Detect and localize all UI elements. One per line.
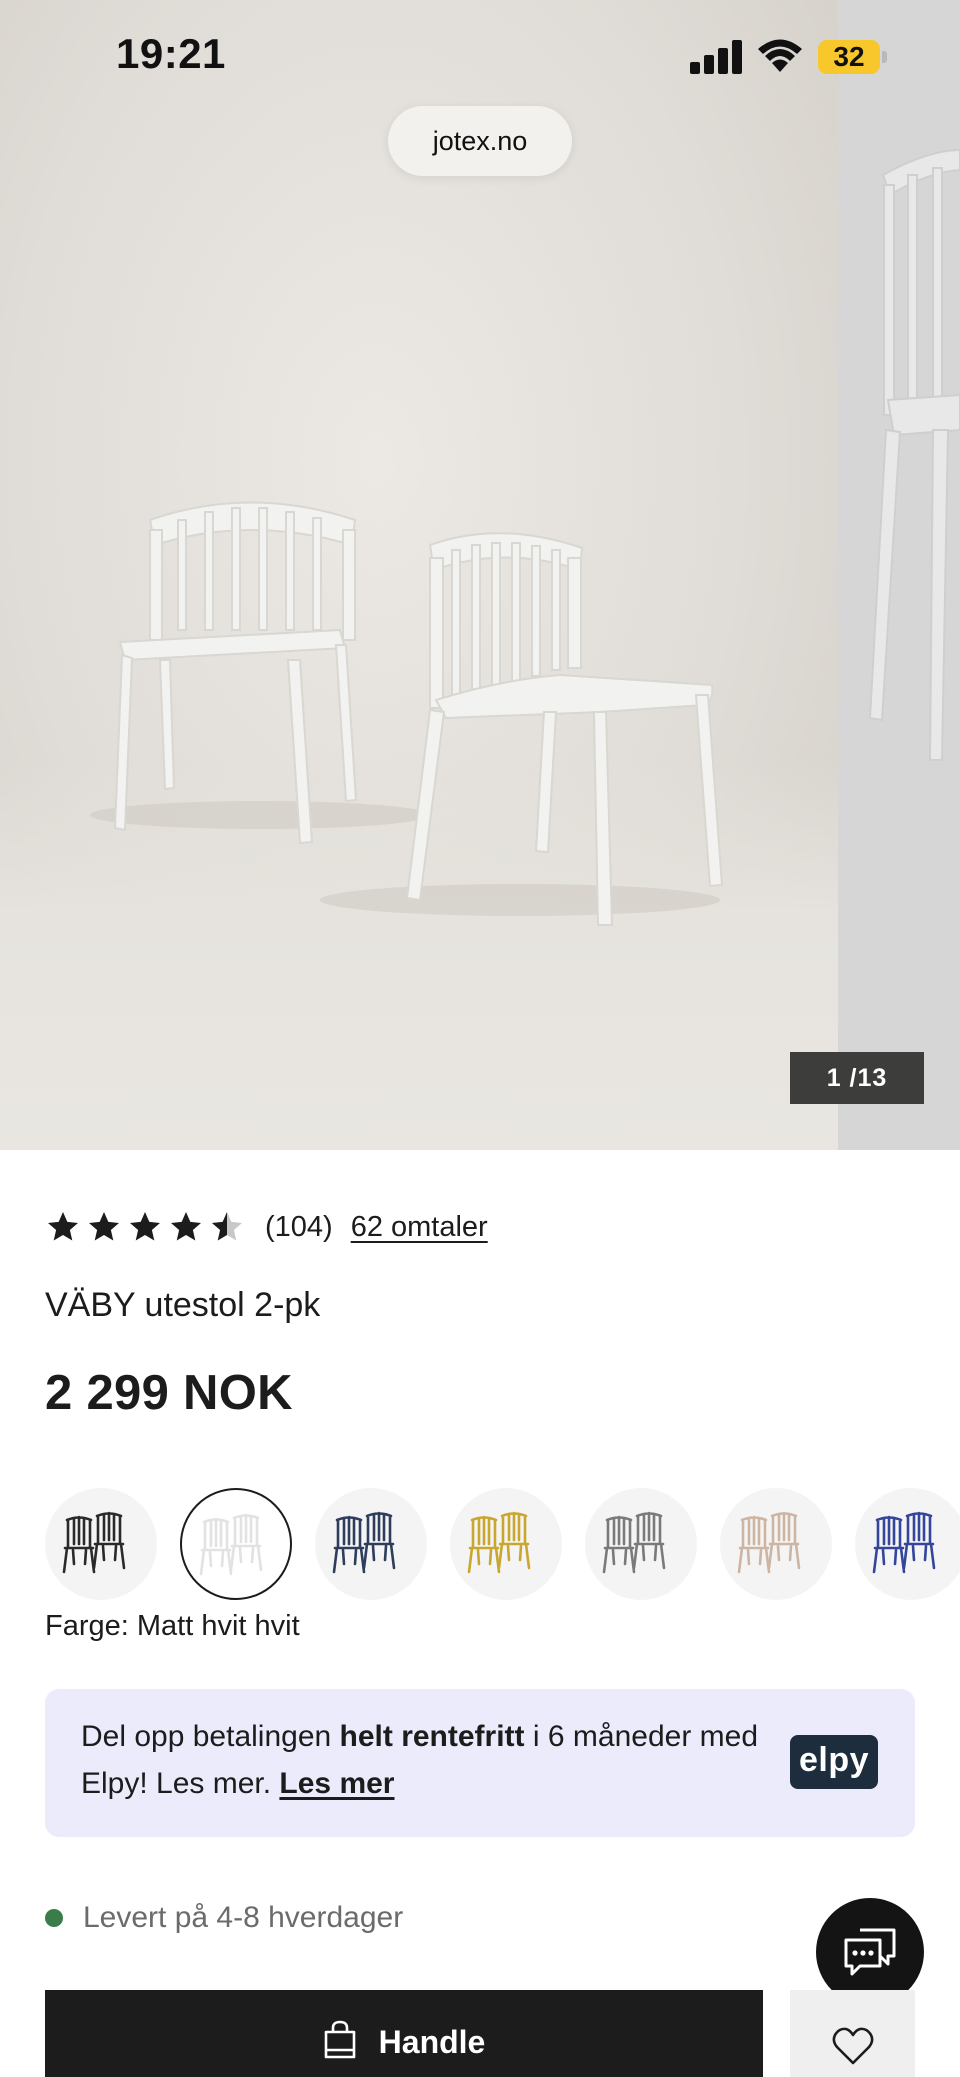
color-swatch-grey[interactable] xyxy=(585,1488,697,1600)
financing-text-part-1: Del opp betalingen xyxy=(81,1720,340,1753)
status-bar: 19:21 32 xyxy=(0,0,960,110)
star-half-icon xyxy=(212,1212,242,1241)
chair-pair-icon xyxy=(332,1511,396,1574)
delivery-info: Levert på 4-8 hverdager xyxy=(45,1896,403,1940)
wishlist-button[interactable] xyxy=(790,1990,915,2077)
shopping-bag-icon xyxy=(324,2020,355,2059)
chair-pair-icon xyxy=(199,1513,263,1576)
rating-row[interactable]: (104) 62 omtaler xyxy=(45,1202,488,1252)
color-label: Farge: Matt hvit hvit xyxy=(45,1610,300,1642)
rating-count: (104) xyxy=(265,1210,333,1243)
color-swatches xyxy=(45,1488,960,1602)
financing-banner[interactable]: Del opp betalingen helt rentefritt i 6 m… xyxy=(45,1689,915,1837)
product-image-next-peek[interactable] xyxy=(838,0,960,1150)
delivery-status-dot xyxy=(45,1909,63,1927)
elpy-logo: elpy xyxy=(790,1735,878,1789)
url-bar[interactable]: jotex.no xyxy=(388,106,572,176)
reviews-link[interactable]: 62 omtaler xyxy=(351,1211,488,1244)
star-full-icon xyxy=(48,1212,78,1241)
chair-pair-icon xyxy=(467,1511,531,1574)
wifi-icon xyxy=(758,39,802,72)
chair-pair-icon xyxy=(62,1511,126,1574)
chat-bubble-icon xyxy=(844,1928,896,1976)
color-swatch-beige[interactable] xyxy=(720,1488,832,1600)
financing-text: Del opp betalingen helt rentefritt i 6 m… xyxy=(81,1713,761,1807)
star-full-icon xyxy=(89,1212,119,1241)
star-full-icon xyxy=(171,1212,201,1241)
product-title: VÄBY utestol 2-pk xyxy=(45,1286,321,1324)
heart-icon xyxy=(832,2027,874,2065)
color-swatch-yellow[interactable] xyxy=(450,1488,562,1600)
star-full-icon xyxy=(130,1212,160,1241)
financing-read-more-link[interactable]: Les mer xyxy=(279,1767,394,1800)
chair-pair-icon xyxy=(872,1511,936,1574)
chair-pair-icon xyxy=(737,1511,801,1574)
image-counter: 1 /13 xyxy=(790,1052,924,1104)
next-chair-peek xyxy=(868,148,960,761)
delivery-text: Levert på 4-8 hverdager xyxy=(83,1901,404,1934)
battery-indicator: 32 xyxy=(818,40,880,74)
financing-text-bold: helt rentefritt xyxy=(339,1720,525,1753)
color-swatch-white[interactable] xyxy=(180,1488,292,1600)
color-swatch-blue[interactable] xyxy=(855,1488,960,1600)
add-to-cart-button[interactable]: Handle xyxy=(45,1990,763,2077)
status-time: 19:21 xyxy=(116,30,226,77)
add-to-cart-label: Handle xyxy=(378,2024,486,2060)
rating-stars xyxy=(45,1209,245,1245)
product-price: 2 299 NOK xyxy=(45,1366,293,1420)
battery-tip xyxy=(882,51,887,63)
cellular-signal-icon xyxy=(690,40,742,74)
chair-pair-icon xyxy=(602,1511,666,1574)
color-swatch-navy[interactable] xyxy=(315,1488,427,1600)
color-swatch-black[interactable] xyxy=(45,1488,157,1600)
